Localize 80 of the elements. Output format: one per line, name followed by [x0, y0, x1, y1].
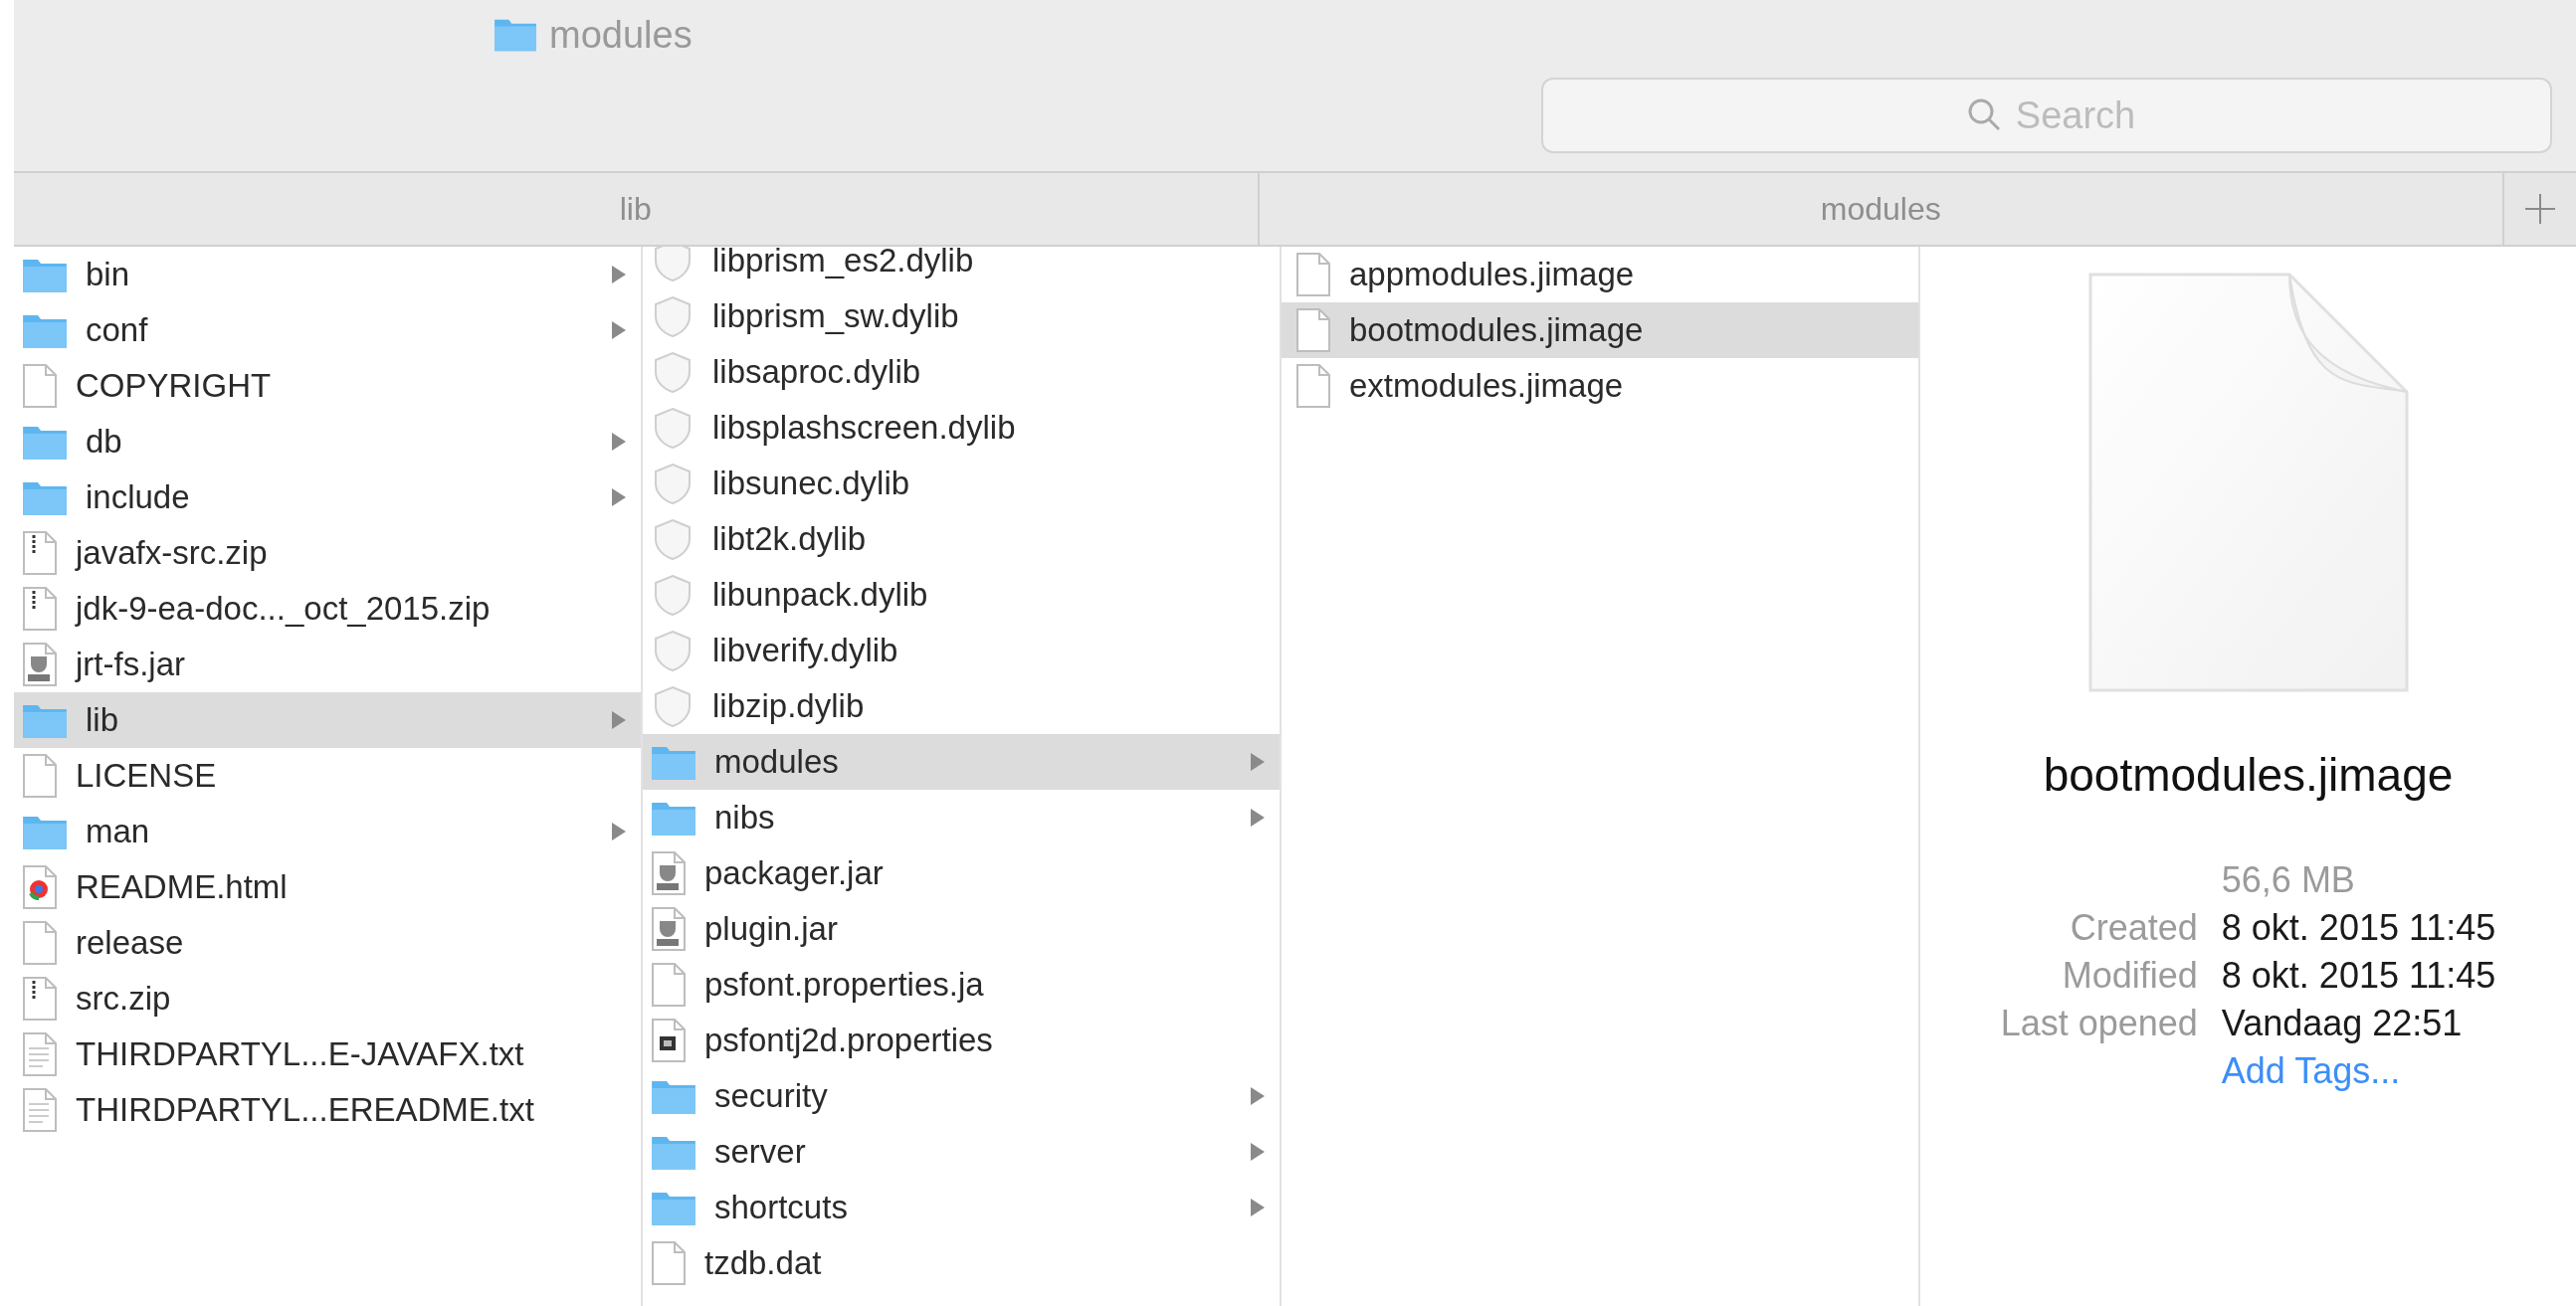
disclosure-arrow-icon[interactable] — [1250, 1142, 1266, 1162]
file-list-item[interactable]: THIRDPARTYL...EREADME.txt — [14, 1082, 641, 1138]
search-field[interactable]: Search — [1541, 78, 2552, 153]
file-list-item[interactable]: javafx-src.zip — [14, 525, 641, 581]
info-label: Created — [2069, 907, 2198, 949]
file-list-item[interactable]: LICENSE — [14, 748, 641, 804]
folder-icon — [494, 17, 537, 53]
document-icon — [651, 1241, 687, 1285]
browser-file-icon — [22, 865, 58, 909]
disclosure-arrow-icon[interactable] — [1250, 808, 1266, 828]
file-list-item[interactable]: libsaproc.dylib — [643, 344, 1280, 400]
file-list-item[interactable]: nibs — [643, 790, 1280, 845]
coffee-cup-file-icon — [651, 907, 687, 951]
file-list-item[interactable]: extmodules.jimage — [1282, 358, 1918, 414]
disclosure-arrow-icon[interactable] — [1250, 1198, 1266, 1217]
file-list-item[interactable]: THIRDPARTYL...E-JAVAFX.txt — [14, 1026, 641, 1082]
file-list-item[interactable]: jdk-9-ea-doc..._oct_2015.zip — [14, 581, 641, 637]
document-icon — [22, 921, 58, 965]
coffee-cup-file-icon — [22, 643, 58, 686]
disclosure-arrow-icon[interactable] — [611, 822, 627, 841]
file-name: bootmodules.jimage — [2043, 748, 2454, 802]
file-list-item[interactable]: COPYRIGHT — [14, 358, 641, 414]
file-list-item[interactable]: tzdb.dat — [643, 1235, 1280, 1291]
file-list-item[interactable]: modules — [643, 734, 1280, 790]
info-value: 8 okt. 2015 11:45 — [2221, 907, 2496, 949]
text-file-icon — [22, 1088, 58, 1132]
file-list-item[interactable]: lib — [14, 692, 641, 748]
file-list-item[interactable]: psfontj2d.properties — [643, 1013, 1280, 1068]
file-list-item[interactable]: server — [643, 1124, 1280, 1180]
zipper-file-icon — [22, 531, 58, 575]
text-file-icon — [22, 1032, 58, 1076]
file-list-item[interactable]: psfont.properties.ja — [643, 957, 1280, 1013]
disclosure-arrow-icon[interactable] — [611, 487, 627, 507]
disclosure-arrow-icon[interactable] — [1250, 1086, 1266, 1106]
document-icon — [1295, 308, 1331, 352]
file-size: 56,6 MB — [2221, 859, 2356, 901]
zipper-file-icon — [22, 587, 58, 631]
document-icon — [651, 963, 687, 1007]
info-value: 8 okt. 2015 11:45 — [2221, 955, 2496, 997]
file-list-item[interactable]: libprism_sw.dylib — [643, 288, 1280, 344]
file-list-item[interactable]: libsunec.dylib — [643, 456, 1280, 511]
file-list-item[interactable]: src.zip — [14, 971, 641, 1026]
file-list-item[interactable]: appmodules.jimage — [1282, 247, 1918, 302]
add-tab-icon[interactable] — [2523, 192, 2557, 226]
file-list-item[interactable]: libt2k.dylib — [643, 511, 1280, 567]
file-list-item[interactable]: man — [14, 804, 641, 859]
file-list-item[interactable]: db — [14, 414, 641, 469]
file-list-item[interactable]: libverify.dylib — [643, 623, 1280, 678]
file-list-item[interactable]: bin — [14, 247, 641, 302]
document-icon — [1295, 364, 1331, 408]
executable-file-icon — [651, 1019, 687, 1062]
file-list-item[interactable]: bootmodules.jimage — [1282, 302, 1918, 358]
info-value: Vandaag 22:51 — [2221, 1003, 2464, 1044]
window-title: modules — [549, 13, 693, 57]
disclosure-arrow-icon[interactable] — [611, 710, 627, 730]
search-icon — [1967, 97, 2001, 131]
disclosure-arrow-icon[interactable] — [611, 265, 627, 284]
file-list-item[interactable]: conf — [14, 302, 641, 358]
file-list-item[interactable]: release — [14, 915, 641, 971]
file-list-item[interactable]: plugin.jar — [643, 901, 1280, 957]
file-list-item[interactable]: shortcuts — [643, 1180, 1280, 1235]
disclosure-arrow-icon[interactable] — [611, 320, 627, 340]
file-list-item[interactable]: libsplashscreen.dylib — [643, 400, 1280, 456]
disclosure-arrow-icon[interactable] — [611, 432, 627, 452]
file-list-item[interactable]: jrt-fs.jar — [14, 637, 641, 692]
document-icon — [22, 364, 58, 408]
file-list-item[interactable]: libzip.dylib — [643, 678, 1280, 734]
disclosure-arrow-icon[interactable] — [1250, 752, 1266, 772]
file-list-item[interactable]: libprism_es2.dylib — [643, 247, 1280, 288]
file-list-item[interactable]: include — [14, 469, 641, 525]
info-label: Last opened — [2000, 1003, 2198, 1044]
coffee-cup-file-icon — [651, 851, 687, 895]
file-list-item[interactable]: packager.jar — [643, 845, 1280, 901]
file-list-item[interactable]: libunpack.dylib — [643, 567, 1280, 623]
zipper-file-icon — [22, 977, 58, 1021]
document-icon — [22, 754, 58, 798]
file-list-item[interactable]: security — [643, 1068, 1280, 1124]
file-list-item[interactable]: README.html — [14, 859, 641, 915]
info-label: Modified — [2061, 955, 2198, 997]
document-icon — [1295, 253, 1331, 296]
